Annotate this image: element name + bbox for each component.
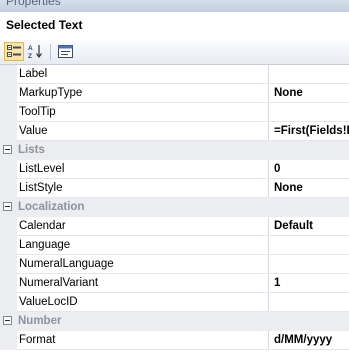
property-row-format[interactable]: Format d/MM/yyyy bbox=[0, 331, 349, 350]
property-row-markuptype[interactable]: MarkupType None bbox=[0, 84, 349, 103]
property-row-value[interactable]: Value =First(Fields!F bbox=[0, 122, 349, 141]
property-name: ValueLocID bbox=[17, 293, 269, 312]
category-number[interactable]: Number bbox=[0, 312, 349, 331]
property-name: Format bbox=[17, 331, 269, 350]
property-value[interactable]: 1 bbox=[270, 274, 349, 293]
alphabetical-icon: A Z bbox=[28, 45, 42, 59]
property-value[interactable]: d/MM/yyyy bbox=[270, 331, 349, 350]
categorized-icon bbox=[7, 45, 21, 57]
property-name: Language bbox=[17, 236, 269, 255]
row-gutter bbox=[0, 122, 17, 141]
svg-text:A: A bbox=[28, 45, 33, 52]
property-name: NumeralVariant bbox=[17, 274, 269, 293]
property-grid: Label MarkupType None ToolTip Value =Fir… bbox=[0, 65, 349, 360]
toolbar-separator bbox=[50, 44, 51, 60]
row-gutter bbox=[0, 84, 17, 103]
property-name: MarkupType bbox=[17, 84, 269, 103]
property-value[interactable]: =First(Fields!F bbox=[270, 122, 349, 141]
row-gutter bbox=[0, 293, 17, 312]
selected-object-bar[interactable]: Selected Text bbox=[0, 12, 349, 41]
row-gutter bbox=[0, 103, 17, 122]
window-titlebar: Properties bbox=[0, 0, 349, 12]
row-gutter bbox=[0, 274, 17, 293]
category-label: Localization bbox=[18, 201, 85, 213]
property-row-tooltip[interactable]: ToolTip bbox=[0, 103, 349, 122]
property-name: Value bbox=[17, 122, 269, 141]
category-label: Number bbox=[18, 315, 62, 327]
properties-toolbar: A Z bbox=[0, 40, 349, 65]
selected-object-name: Selected Text bbox=[6, 18, 83, 32]
property-pages-button[interactable] bbox=[55, 42, 75, 61]
property-value[interactable] bbox=[270, 293, 349, 312]
row-gutter bbox=[0, 217, 17, 236]
property-row-listlevel[interactable]: ListLevel 0 bbox=[0, 160, 349, 179]
property-row-numeralvariant[interactable]: NumeralVariant 1 bbox=[0, 274, 349, 293]
alphabetical-button[interactable]: A Z bbox=[26, 42, 46, 61]
property-name: ListLevel bbox=[17, 160, 269, 179]
property-row-valuelocid[interactable]: ValueLocID bbox=[0, 293, 349, 312]
property-value[interactable]: Default bbox=[270, 217, 349, 236]
property-row-language[interactable]: Language bbox=[0, 236, 349, 255]
row-gutter bbox=[0, 236, 17, 255]
property-row-liststyle[interactable]: ListStyle None bbox=[0, 179, 349, 198]
collapse-icon[interactable] bbox=[3, 316, 12, 325]
property-name: ListStyle bbox=[17, 179, 269, 198]
property-value[interactable] bbox=[270, 103, 349, 122]
property-value[interactable]: None bbox=[270, 84, 349, 103]
row-gutter bbox=[0, 255, 17, 274]
collapse-icon[interactable] bbox=[3, 145, 12, 154]
property-name: NumeralLanguage bbox=[17, 255, 269, 274]
property-row-calendar[interactable]: Calendar Default bbox=[0, 217, 349, 236]
row-gutter bbox=[0, 331, 17, 350]
collapse-icon[interactable] bbox=[3, 202, 12, 211]
category-lists[interactable]: Lists bbox=[0, 141, 349, 160]
property-value[interactable]: 0 bbox=[270, 160, 349, 179]
property-pages-icon bbox=[57, 45, 73, 58]
categorized-button[interactable] bbox=[4, 42, 24, 61]
category-localization[interactable]: Localization bbox=[0, 198, 349, 217]
svg-text:Z: Z bbox=[28, 53, 32, 59]
row-gutter bbox=[0, 160, 17, 179]
property-value[interactable] bbox=[270, 65, 349, 84]
property-value[interactable] bbox=[270, 255, 349, 274]
property-value[interactable] bbox=[270, 236, 349, 255]
property-name: Calendar bbox=[17, 217, 269, 236]
row-gutter bbox=[0, 65, 17, 84]
property-name: Label bbox=[17, 65, 269, 84]
category-label: Lists bbox=[18, 144, 45, 156]
property-row-label[interactable]: Label bbox=[0, 65, 349, 84]
property-name: ToolTip bbox=[17, 103, 269, 122]
row-gutter bbox=[0, 179, 17, 198]
property-row-numerallanguage[interactable]: NumeralLanguage bbox=[0, 255, 349, 274]
property-value[interactable]: None bbox=[270, 179, 349, 198]
window-title: Properties bbox=[6, 0, 61, 8]
